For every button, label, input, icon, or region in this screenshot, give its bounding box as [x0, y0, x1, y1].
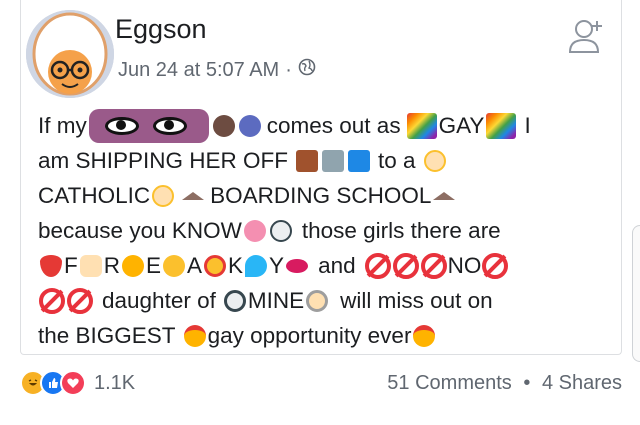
text-y: Y — [269, 253, 285, 278]
baby-angel-icon — [423, 149, 446, 172]
text-gay-opportunity-ever: gay opportunity ever — [207, 323, 412, 348]
face-sticker-icon — [88, 108, 209, 143]
globe-icon — [298, 58, 316, 82]
text-the-biggest: the BIGGEST — [38, 323, 176, 348]
post-line-6: daughter of MINE will miss out on — [38, 283, 618, 318]
mailbox-icon — [348, 149, 371, 172]
text-shipping-her-off: am SHIPPING HER OFF — [38, 148, 289, 173]
text-boarding-school: BOARDING SCHOOL — [210, 183, 432, 208]
airplane-icon — [322, 149, 345, 172]
author-name[interactable]: Eggson — [115, 14, 207, 45]
church-icon — [433, 191, 456, 200]
prohibited-icon — [482, 252, 509, 279]
rainbow-icon — [406, 112, 437, 139]
eyes-icon — [269, 219, 292, 242]
woman-face-icon — [223, 289, 246, 312]
old-woman-icon — [306, 289, 329, 312]
baby-angel-icon — [152, 184, 175, 207]
text-comes-out-as: comes out as — [266, 113, 401, 138]
post-line-5: F R E A K Y and NO — [38, 248, 618, 283]
engagement-stats: 51 Comments • 4 Shares — [387, 372, 622, 395]
woman-facepalm-icon — [212, 114, 235, 137]
post-line-2: am SHIPPING HER OFF to a — [38, 143, 618, 178]
post-line-7: the BIGGEST gay opportunity ever — [38, 318, 618, 353]
crossed-fingers-icon — [79, 254, 102, 277]
woman-holding-baby-icon — [238, 114, 261, 137]
tongue-icon — [40, 254, 62, 277]
text-mine: MINE — [247, 288, 305, 313]
text-e: E — [146, 253, 162, 278]
post-text: If my comes out as GAY I am SHIPPING HER… — [38, 108, 618, 353]
text-and: and — [318, 253, 356, 278]
meta-separator: · — [285, 58, 292, 81]
scrollbar[interactable] — [632, 225, 640, 362]
text-k: K — [228, 253, 244, 278]
love-reaction-icon — [60, 370, 86, 396]
post-line-1: If my comes out as GAY I — [38, 108, 618, 143]
sweat-droplets-icon — [245, 254, 268, 277]
profile-avatar[interactable] — [26, 10, 114, 98]
reaction-count: 1.1K — [94, 371, 136, 394]
church-icon — [182, 191, 205, 200]
text-those-girls-there-are: those girls there are — [301, 218, 501, 243]
text-gay: GAY — [438, 113, 485, 138]
text-a: A — [187, 253, 203, 278]
prohibited-icon — [392, 252, 419, 279]
train-icon — [296, 149, 319, 172]
comments-link[interactable]: 51 Comments — [387, 372, 512, 394]
heart-eyes-icon — [204, 254, 227, 277]
text-no: NO — [447, 253, 482, 278]
prohibited-icon — [67, 287, 93, 314]
post-line-3: CATHOLIC BOARDING SCHOOL — [38, 178, 618, 213]
text-daughter-of: daughter of — [102, 288, 216, 313]
text-i: I — [524, 113, 531, 138]
text-r: R — [103, 253, 120, 278]
lips-icon — [286, 258, 309, 273]
prohibited-icon — [420, 252, 447, 279]
couple-with-heart-icon — [413, 324, 436, 347]
post-timestamp[interactable]: Jun 24 at 5:07 AM — [118, 59, 279, 82]
reaction-summary[interactable]: 1.1K — [20, 370, 135, 396]
shares-link[interactable]: 4 Shares — [542, 372, 622, 394]
text-f: F — [64, 253, 78, 278]
post-meta: Jun 24 at 5:07 AM · — [118, 58, 316, 82]
stats-separator: • — [523, 372, 531, 394]
prohibited-icon — [39, 287, 65, 314]
post-line-4: because you KNOW those girls there are — [38, 213, 618, 248]
text-will-miss-out-on: will miss out on — [340, 288, 493, 313]
couple-with-heart-icon — [183, 324, 206, 347]
text-catholic: CATHOLIC — [38, 183, 151, 208]
weary-face-icon — [163, 254, 186, 277]
add-friend-icon[interactable] — [566, 18, 606, 54]
text-to-a: to a — [378, 148, 416, 173]
brain-icon — [243, 219, 266, 242]
rainbow-icon — [486, 112, 517, 139]
text-because-you-know: because you KNOW — [38, 218, 242, 243]
exploding-head-icon — [122, 254, 144, 277]
text-if-my: If my — [38, 113, 87, 138]
prohibited-icon — [364, 252, 391, 279]
